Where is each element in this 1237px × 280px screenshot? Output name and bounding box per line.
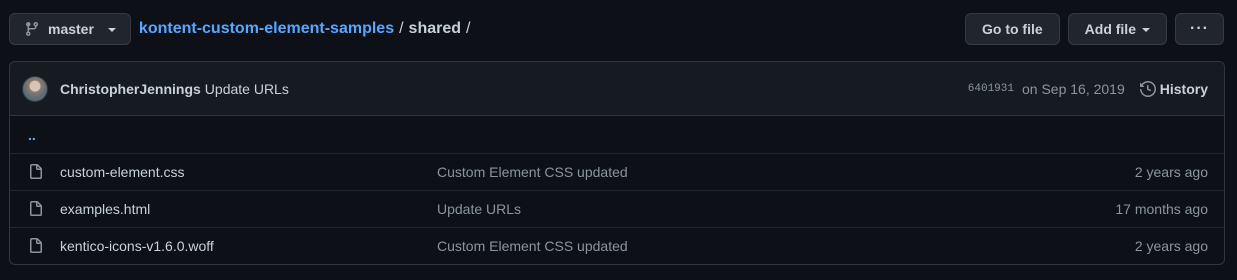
file-row[interactable]: custom-element.css Custom Element CSS up… (10, 153, 1224, 190)
file-name-link[interactable]: custom-element.css (60, 164, 437, 180)
commit-message[interactable]: Update URLs (205, 81, 289, 97)
file-commit-age: 2 years ago (1134, 238, 1208, 254)
file-commit-message[interactable]: Custom Element CSS updated (437, 164, 1135, 180)
add-file-label: Add file (1084, 21, 1136, 37)
file-icon (30, 164, 42, 179)
file-commit-age: 17 months ago (1115, 201, 1208, 217)
latest-commit-bar: ChristopherJennings Update URLs 6401931 … (10, 62, 1224, 116)
history-label: History (1159, 80, 1208, 97)
file-browser: ChristopherJennings Update URLs 6401931 … (9, 61, 1225, 265)
commit-sha[interactable]: 6401931 (968, 83, 1014, 95)
chevron-down-icon (1142, 28, 1150, 32)
chevron-down-icon (107, 28, 116, 32)
commit-date: on Sep 16, 2019 (1022, 80, 1125, 97)
breadcrumb-separator: / (466, 20, 471, 37)
history-link[interactable]: History (1139, 80, 1208, 97)
branch-select-button[interactable]: master (9, 13, 131, 45)
repo-navigation-bar: master kontent-custom-element-samples / … (9, 13, 1224, 45)
add-file-button[interactable]: Add file (1067, 13, 1167, 45)
breadcrumb: kontent-custom-element-samples / shared … (139, 20, 476, 38)
file-list: .. custom-element.css Custom Element CSS… (10, 116, 1224, 264)
commit-author[interactable]: ChristopherJennings (60, 81, 201, 97)
file-row[interactable]: kentico-icons-v1.6.0.woff Custom Element… (10, 227, 1224, 264)
file-icon (30, 238, 42, 253)
git-branch-icon (25, 22, 38, 37)
breadcrumb-separator: / (399, 20, 404, 37)
history-icon (1139, 80, 1156, 97)
file-name-link[interactable]: kentico-icons-v1.6.0.woff (60, 238, 437, 254)
avatar[interactable] (22, 75, 48, 102)
more-options-button[interactable]: ··· (1175, 13, 1224, 45)
file-name-link[interactable]: examples.html (60, 201, 437, 217)
file-commit-message[interactable]: Custom Element CSS updated (437, 238, 1135, 254)
file-icon (30, 201, 42, 216)
breadcrumb-current-dir: shared (408, 20, 462, 37)
file-row[interactable]: examples.html Update URLs 17 months ago (10, 190, 1224, 227)
parent-directory-link[interactable]: .. (26, 127, 36, 143)
parent-directory-row[interactable]: .. (10, 116, 1224, 153)
branch-label: master (48, 21, 94, 37)
file-commit-age: 2 years ago (1134, 164, 1208, 180)
file-actions: Go to file Add file ··· (964, 13, 1224, 45)
go-to-file-button[interactable]: Go to file (964, 13, 1060, 45)
file-commit-message[interactable]: Update URLs (437, 201, 1115, 217)
breadcrumb-repo-link[interactable]: kontent-custom-element-samples (139, 20, 394, 38)
